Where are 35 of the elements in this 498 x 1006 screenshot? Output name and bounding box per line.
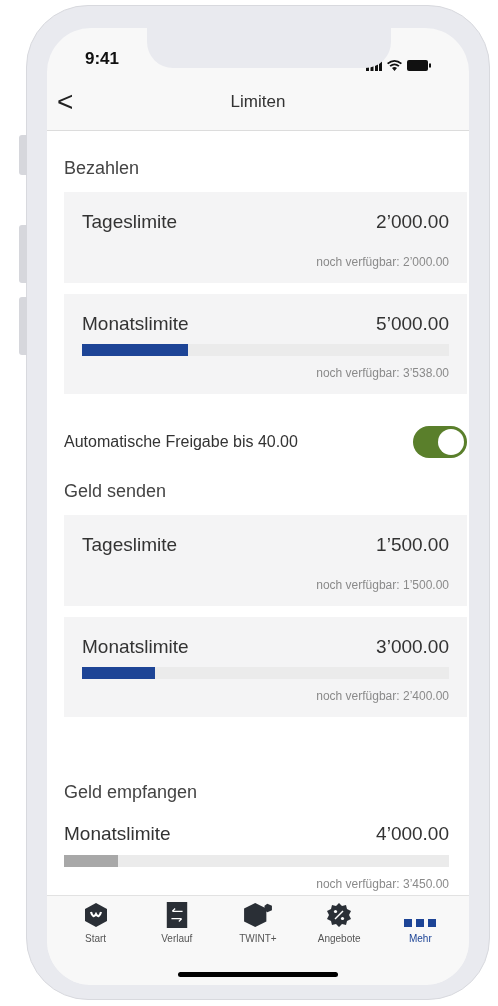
- section-heading: Geld senden: [64, 481, 167, 501]
- toggle-switch[interactable]: [413, 426, 467, 458]
- limit-label: Monatslimite: [64, 822, 171, 846]
- battery-icon: [407, 60, 431, 71]
- limit-label: Monatslimite: [82, 634, 189, 659]
- available-amount: noch verfügbar: 3’538.00: [316, 365, 449, 382]
- tab-item[interactable]: Verlauf: [138, 902, 215, 946]
- percent-badge-icon: [326, 902, 353, 928]
- toggle-label: Automatische Freigabe bis 40.00: [64, 432, 298, 452]
- tab-item[interactable]: Angebote: [301, 902, 378, 946]
- limit-amount: 2’000.00: [376, 210, 449, 234]
- more-dots-icon: [404, 918, 437, 928]
- available-amount: noch verfügbar: 2’400.00: [316, 688, 449, 705]
- limit-amount: 4’000.00: [376, 822, 449, 846]
- limit-label: Tageslimite: [82, 210, 178, 234]
- wifi-icon: [387, 60, 402, 71]
- page-title: Limiten: [230, 90, 286, 113]
- limit-label: Monatslimite: [82, 311, 189, 336]
- status-time: 9:41: [85, 47, 120, 70]
- section-heading: Geld empfangen: [64, 782, 198, 802]
- signal-icon: [366, 60, 382, 71]
- tab-item[interactable]: TWINT+: [219, 902, 296, 946]
- limit-amount: 3’000.00: [376, 634, 449, 659]
- tab-item[interactable]: Start: [57, 902, 134, 946]
- available-amount: noch verfügbar: 1’500.00: [316, 576, 449, 594]
- back-button[interactable]: <: [57, 87, 74, 116]
- limit-label: Tageslimite: [82, 533, 178, 557]
- available-amount: noch verfügbar: 3’450.00: [316, 875, 449, 893]
- hexagon-logo-icon: [82, 902, 109, 928]
- available-amount: noch verfügbar: 2’000.00: [316, 253, 449, 271]
- swap-arrows-icon: [165, 902, 188, 928]
- limit-amount: 1’500.00: [376, 533, 449, 557]
- limit-amount: 5’000.00: [376, 311, 449, 336]
- tab-item[interactable]: Mehr: [382, 902, 459, 946]
- section-heading: Bezahlen: [64, 158, 140, 178]
